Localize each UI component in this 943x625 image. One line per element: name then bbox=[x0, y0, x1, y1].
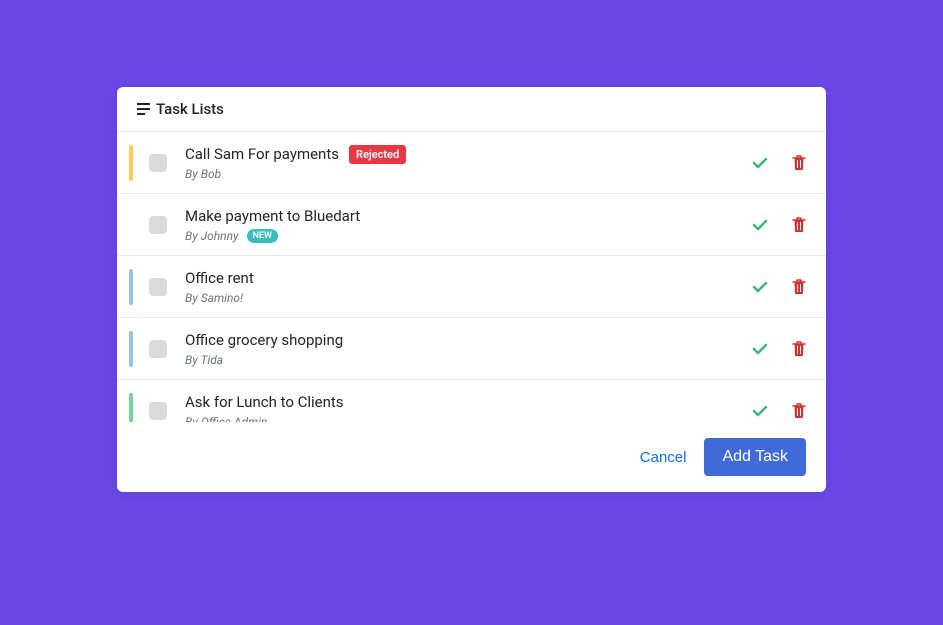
check-icon bbox=[752, 217, 768, 233]
task-checkbox[interactable] bbox=[149, 154, 167, 172]
task-content: Office rent By Samino! bbox=[185, 268, 752, 305]
delete-task-button[interactable] bbox=[792, 155, 806, 171]
complete-task-button[interactable] bbox=[752, 341, 768, 357]
task-item: Office grocery shopping By Tida bbox=[117, 318, 826, 380]
card-footer: Cancel Add Task bbox=[117, 422, 826, 492]
trash-icon bbox=[792, 217, 806, 233]
complete-task-button[interactable] bbox=[752, 279, 768, 295]
task-item: Office rent By Samino! bbox=[117, 256, 826, 318]
task-author: By Tida bbox=[185, 353, 223, 367]
task-actions bbox=[752, 155, 806, 171]
task-author: By Office Admin bbox=[185, 415, 268, 422]
task-author: By Samino! bbox=[185, 291, 243, 305]
task-item: Make payment to Bluedart By Johnny NEW bbox=[117, 194, 826, 256]
task-title-row: Make payment to Bluedart bbox=[185, 206, 752, 227]
task-actions bbox=[752, 341, 806, 357]
task-author: By Bob bbox=[185, 167, 221, 181]
task-stripe bbox=[129, 331, 133, 367]
task-item: Call Sam For payments Rejected By Bob bbox=[117, 132, 826, 194]
rejected-badge: Rejected bbox=[349, 145, 406, 164]
delete-task-button[interactable] bbox=[792, 217, 806, 233]
task-stripe bbox=[129, 393, 133, 423]
task-meta: By Bob bbox=[185, 167, 752, 181]
task-checkbox[interactable] bbox=[149, 278, 167, 296]
task-checkbox[interactable] bbox=[149, 402, 167, 420]
task-list-card: Task Lists Call Sam For payments Rejected… bbox=[117, 87, 826, 492]
check-icon bbox=[752, 279, 768, 295]
cancel-button[interactable]: Cancel bbox=[640, 449, 687, 466]
task-content: Office grocery shopping By Tida bbox=[185, 330, 752, 367]
header-title: Task Lists bbox=[156, 100, 224, 118]
task-title: Office grocery shopping bbox=[185, 330, 343, 351]
task-title: Office rent bbox=[185, 268, 254, 289]
check-icon bbox=[752, 341, 768, 357]
task-content: Call Sam For payments Rejected By Bob bbox=[185, 144, 752, 181]
task-list: Call Sam For payments Rejected By Bob Make… bbox=[117, 132, 826, 422]
task-content: Make payment to Bluedart By Johnny NEW bbox=[185, 206, 752, 243]
delete-task-button[interactable] bbox=[792, 341, 806, 357]
complete-task-button[interactable] bbox=[752, 217, 768, 233]
trash-icon bbox=[792, 341, 806, 357]
task-checkbox[interactable] bbox=[149, 340, 167, 358]
task-title: Ask for Lunch to Clients bbox=[185, 392, 344, 413]
task-meta: By Office Admin bbox=[185, 415, 752, 422]
trash-icon bbox=[792, 155, 806, 171]
task-meta: By Tida bbox=[185, 353, 752, 367]
add-task-button[interactable]: Add Task bbox=[704, 438, 806, 476]
task-meta: By Johnny NEW bbox=[185, 229, 752, 243]
task-title: Call Sam For payments bbox=[185, 144, 339, 165]
task-title: Make payment to Bluedart bbox=[185, 206, 360, 227]
task-author: By Johnny bbox=[185, 229, 239, 243]
card-header: Task Lists bbox=[117, 87, 826, 132]
task-title-row: Call Sam For payments Rejected bbox=[185, 144, 752, 165]
task-actions bbox=[752, 279, 806, 295]
check-icon bbox=[752, 155, 768, 171]
check-icon bbox=[752, 403, 768, 419]
task-actions bbox=[752, 403, 806, 419]
task-checkbox[interactable] bbox=[149, 216, 167, 234]
trash-icon bbox=[792, 279, 806, 295]
list-icon bbox=[137, 103, 150, 115]
task-title-row: Office grocery shopping bbox=[185, 330, 752, 351]
delete-task-button[interactable] bbox=[792, 403, 806, 419]
complete-task-button[interactable] bbox=[752, 155, 768, 171]
task-stripe bbox=[129, 207, 133, 243]
task-stripe bbox=[129, 269, 133, 305]
delete-task-button[interactable] bbox=[792, 279, 806, 295]
task-meta: By Samino! bbox=[185, 291, 752, 305]
task-title-row: Ask for Lunch to Clients bbox=[185, 392, 752, 413]
task-title-row: Office rent bbox=[185, 268, 752, 289]
task-stripe bbox=[129, 145, 133, 181]
task-item: Ask for Lunch to Clients By Office Admin bbox=[117, 380, 826, 422]
trash-icon bbox=[792, 403, 806, 419]
task-content: Ask for Lunch to Clients By Office Admin bbox=[185, 392, 752, 422]
new-badge: NEW bbox=[247, 229, 278, 243]
task-actions bbox=[752, 217, 806, 233]
complete-task-button[interactable] bbox=[752, 403, 768, 419]
